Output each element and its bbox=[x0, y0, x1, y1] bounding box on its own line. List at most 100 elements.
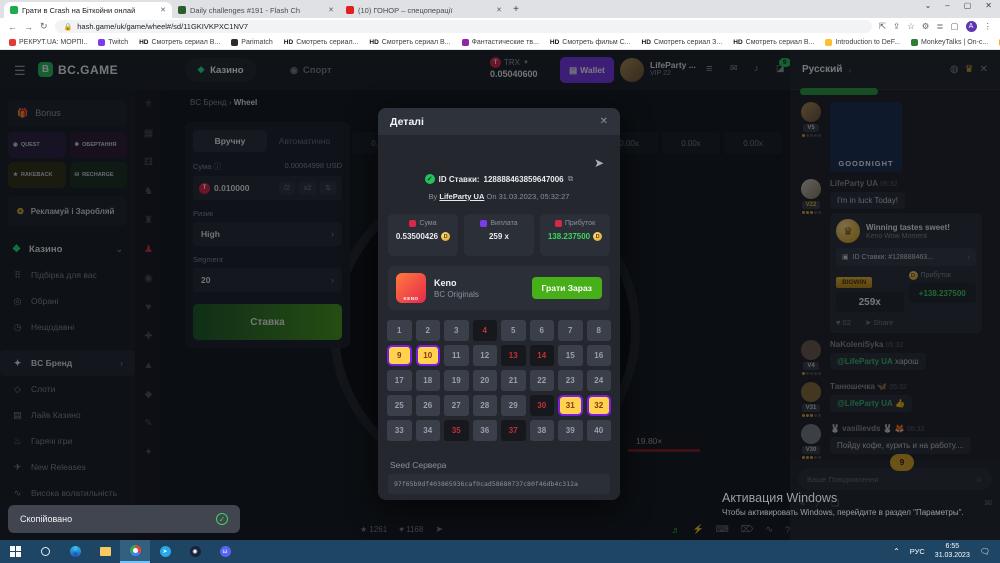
chat-username[interactable]: LifeParty UA 05:32 bbox=[830, 179, 992, 188]
notifications-icon[interactable]: 🗨 bbox=[980, 547, 990, 556]
modal-close-icon[interactable]: ✕ bbox=[600, 116, 608, 127]
tab-close-icon[interactable]: ✕ bbox=[160, 6, 166, 14]
avatar[interactable] bbox=[801, 382, 821, 402]
keno-cell[interactable]: 40 bbox=[587, 420, 612, 441]
tab-close-icon[interactable]: ✕ bbox=[328, 6, 334, 14]
double-button[interactable]: x2 bbox=[299, 182, 316, 195]
keno-cell[interactable]: 9 bbox=[387, 345, 412, 366]
game-category-icon[interactable]: ▲ bbox=[144, 361, 154, 371]
reading-list-icon[interactable]: ≣ bbox=[936, 21, 943, 32]
hotkeys-icon[interactable]: ⌨ bbox=[716, 524, 729, 535]
play-now-button[interactable]: Грати Зараз bbox=[532, 277, 602, 299]
file-explorer-icon[interactable] bbox=[90, 540, 120, 563]
chrome-menu-icon[interactable]: ⋮ bbox=[984, 21, 993, 32]
sound-icon[interactable]: ♬ bbox=[671, 525, 680, 535]
start-button[interactable] bbox=[0, 540, 30, 563]
keno-cell[interactable]: 15 bbox=[558, 345, 583, 366]
keno-cell[interactable]: 18 bbox=[416, 370, 441, 391]
promo-tile[interactable]: ⛁RECHARGE bbox=[70, 162, 128, 188]
promo-tile[interactable]: ✹ОБЕРТАННЯ bbox=[70, 132, 128, 158]
forward-icon[interactable]: → bbox=[24, 22, 33, 32]
star-icon[interactable]: ★ 1261 bbox=[360, 525, 387, 534]
keno-cell[interactable]: 26 bbox=[416, 395, 441, 416]
edge-icon[interactable] bbox=[60, 540, 90, 563]
bookmark-item[interactable]: MonkeyTalks | On-c... bbox=[911, 39, 988, 46]
amount-input[interactable]: T 0.010000 /2 x2 ⇅ bbox=[193, 176, 342, 200]
minimize-icon[interactable]: – bbox=[945, 1, 949, 10]
new-messages-badge[interactable]: 9 bbox=[890, 454, 914, 471]
avatar[interactable] bbox=[801, 340, 821, 360]
win-card-bet-id[interactable]: ▣ ID Ставки: #128888463... › bbox=[836, 248, 976, 266]
game-category-icon[interactable]: ✦ bbox=[144, 448, 152, 458]
sidebar-item-гарячі-ігри[interactable]: ♨Гарячі ігри bbox=[0, 428, 135, 454]
browser-tab[interactable]: Грати в Crash на Біткойни онлай✕ bbox=[4, 2, 172, 18]
chrome-icon[interactable] bbox=[120, 540, 150, 563]
bookmark-item[interactable]: Introduction to DeF... bbox=[825, 39, 900, 46]
copy-icon[interactable]: ⧉ bbox=[568, 174, 574, 184]
sidebar-item-bc-бренд[interactable]: ✦BC Бренд› bbox=[0, 350, 135, 376]
keno-cell[interactable]: 4 bbox=[473, 320, 498, 341]
keno-cell[interactable]: 37 bbox=[501, 420, 526, 441]
send-icon[interactable]: ✉ bbox=[984, 498, 992, 509]
amount-stepper[interactable]: ⇅ bbox=[320, 181, 336, 195]
promo-tile[interactable]: ★RAKEBACK bbox=[8, 162, 66, 188]
game-category-icon[interactable]: ◉ bbox=[144, 274, 153, 284]
chat-username[interactable]: 🐰 vasilievds 🐰 🦊 05:32 bbox=[830, 424, 992, 433]
bookmark-item[interactable]: HDСмотреть фильм С... bbox=[550, 39, 631, 46]
keno-cell[interactable]: 23 bbox=[558, 370, 583, 391]
like-button[interactable]: ♥ 02 bbox=[836, 318, 851, 327]
send-to-device-icon[interactable]: ⇪ bbox=[893, 21, 900, 32]
bookmark-item[interactable]: HDСмотреть сериал В... bbox=[369, 39, 450, 46]
sidebar-item-bonus[interactable]: 🎁 Bonus bbox=[8, 100, 127, 126]
turbo-icon[interactable]: ⚡ bbox=[692, 524, 703, 535]
avatar[interactable] bbox=[801, 179, 821, 199]
half-button[interactable]: /2 bbox=[279, 182, 295, 195]
keno-cell[interactable]: 25 bbox=[387, 395, 412, 416]
keno-cell[interactable]: 17 bbox=[387, 370, 412, 391]
clear-icon[interactable]: ⌦ bbox=[741, 524, 754, 535]
bet-list-icon[interactable]: ≡ bbox=[706, 63, 712, 75]
tabsearch-icon[interactable]: ⌄ bbox=[925, 1, 932, 10]
sidebar-item-нещодавні[interactable]: ◷Нещодавні bbox=[0, 314, 135, 340]
wallet-button[interactable]: ▤ Wallet bbox=[560, 57, 614, 83]
keno-cell[interactable]: 34 bbox=[416, 420, 441, 441]
browser-tab[interactable]: Daily challenges #191 - Flash Ch✕ bbox=[172, 2, 340, 18]
profile-avatar[interactable]: A bbox=[966, 21, 977, 32]
keno-cell[interactable]: 5 bbox=[501, 320, 526, 341]
game-category-icon[interactable]: ⚅ bbox=[144, 158, 153, 168]
keno-cell[interactable]: 39 bbox=[558, 420, 583, 441]
share-icon[interactable]: ➤ bbox=[594, 156, 604, 170]
user-info[interactable]: LifeParty ... VIP 22 bbox=[650, 60, 696, 77]
tab-sport[interactable]: ◉ Спорт bbox=[278, 58, 344, 82]
keno-cell[interactable]: 38 bbox=[530, 420, 555, 441]
tab-casino[interactable]: ❖ Казино bbox=[185, 58, 256, 82]
share-button[interactable]: ➤ Share bbox=[865, 318, 893, 327]
game-category-icon[interactable]: ⚜ bbox=[144, 100, 153, 110]
bet-author-link[interactable]: LifeParty UA bbox=[439, 192, 484, 201]
search-button[interactable] bbox=[30, 540, 60, 563]
bookmark-item[interactable]: Twitch bbox=[98, 39, 128, 46]
chat-username[interactable]: NaKoleniSyka 05:32 bbox=[830, 340, 992, 349]
keno-cell[interactable]: 6 bbox=[530, 320, 555, 341]
bookmark-item[interactable]: HDСмотреть сериал З... bbox=[642, 39, 723, 46]
tray-expand-icon[interactable]: ⌃ bbox=[893, 547, 900, 556]
keno-cell[interactable]: 33 bbox=[387, 420, 412, 441]
game-category-icon[interactable]: ♞ bbox=[144, 187, 153, 197]
risk-select[interactable]: High › bbox=[193, 222, 342, 246]
promo-tile[interactable]: ◉QUEST bbox=[8, 132, 66, 158]
keno-cell[interactable]: 10 bbox=[416, 345, 441, 366]
sidebar-casino-header[interactable]: ❖ Казино ⌄ bbox=[0, 236, 135, 262]
bookmark-item[interactable]: HDСмотреть сериал В... bbox=[733, 39, 814, 46]
stats-icon[interactable]: ∿ bbox=[765, 524, 773, 535]
bookmark-star-icon[interactable]: ☆ bbox=[907, 21, 915, 32]
avatar[interactable] bbox=[801, 102, 821, 122]
keno-cell[interactable]: 11 bbox=[444, 345, 469, 366]
bookmark-item[interactable]: Parimatch bbox=[231, 39, 273, 46]
keno-cell[interactable]: 32 bbox=[587, 395, 612, 416]
bookmark-item[interactable]: РЕКРУТ.UA: МОРПІ.. bbox=[9, 39, 87, 46]
game-category-icon[interactable]: ✚ bbox=[144, 332, 152, 342]
balance-display[interactable]: T TRX ▼ 0.05040600 bbox=[490, 57, 538, 79]
sidebar-item-обрані[interactable]: ◎Обрані bbox=[0, 288, 135, 314]
keno-cell[interactable]: 7 bbox=[558, 320, 583, 341]
breadcrumb-parent[interactable]: BC Бренд bbox=[190, 98, 227, 107]
